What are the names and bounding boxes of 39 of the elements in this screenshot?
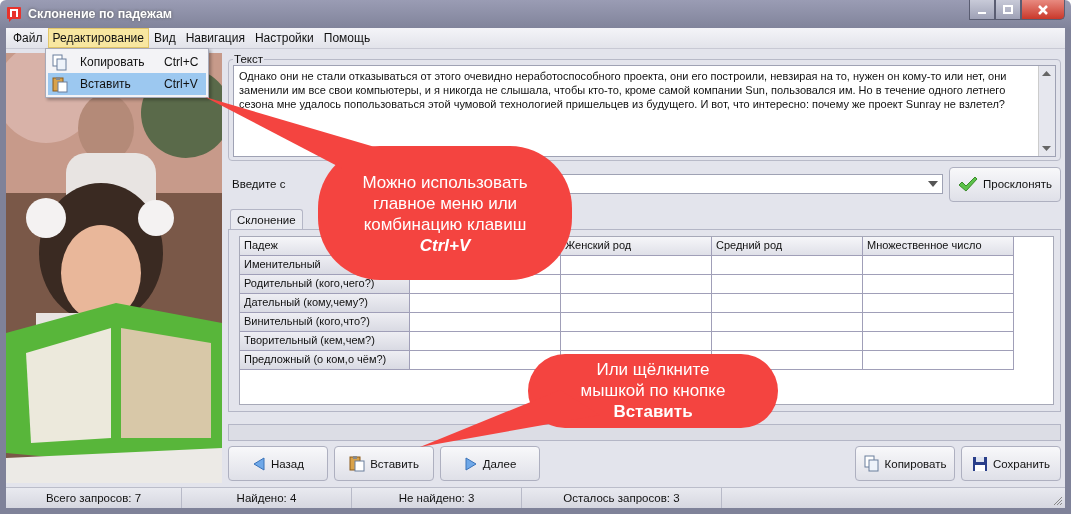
menu-item[interactable]: Файл: [8, 28, 48, 48]
nav-button[interactable]: Далее: [440, 446, 540, 481]
decline-button[interactable]: Просклонять: [949, 166, 1061, 202]
status-text: Всего запросов: 7: [6, 488, 182, 508]
input-label: Введите с: [232, 178, 287, 190]
row-header: Дательный (кому,чему?): [240, 294, 410, 313]
row-header: Предложный (о ком,о чём?): [240, 351, 410, 370]
status-text: Не найдено: 3: [352, 488, 522, 508]
group-title: Текст: [233, 53, 264, 65]
status-text: Осталось запросов: 3: [522, 488, 722, 508]
menu-option[interactable]: Копировать Ctrl+C: [48, 51, 206, 73]
column-header: Множественное число: [863, 237, 1014, 256]
column-header: Средний род: [712, 237, 863, 256]
menu-item[interactable]: Навигация: [180, 28, 250, 48]
nav-button[interactable]: Вставить: [334, 446, 434, 481]
row-header: Творительный (кем,чем?): [240, 332, 410, 351]
nav-button[interactable]: Назад: [228, 446, 328, 481]
callout-emphasis: Вставить: [613, 401, 693, 422]
action-button[interactable]: Копировать: [855, 446, 955, 481]
menu-item[interactable]: Вид: [148, 28, 181, 48]
callout-text: Или щёлкните мышкой по кнопке: [579, 359, 727, 401]
tab[interactable]: Склонение: [230, 209, 303, 229]
menu-item[interactable]: Редактирование: [47, 28, 149, 48]
row-header: Винительный (кого,что?): [240, 313, 410, 332]
action-button[interactable]: Сохранить: [961, 446, 1061, 481]
menu-item[interactable]: Настройки: [249, 28, 319, 48]
status-text: Найдено: 4: [182, 488, 352, 508]
callout-emphasis: Ctrl+V: [419, 235, 471, 256]
shortcut-label: Ctrl+C: [164, 55, 199, 69]
menu-option-label: Копировать: [80, 55, 146, 69]
menu-option-label: Вставить: [80, 77, 132, 91]
menu-item[interactable]: Помощь: [318, 28, 376, 48]
callout-text: Можно использовать главное меню или комбинацию клавиш: [361, 172, 529, 235]
row-header: Родительный (кого,чего?): [240, 275, 410, 294]
menu-option[interactable]: Вставить Ctrl+V: [48, 73, 206, 95]
text-content: Однако они не стали отказываться от этого очевидно неработоспособного проекта, они его построили, невзирая на то, нужен он кому-то или нет, они заменили им все свои компьютеры, и я никогда не слышала, чтобы кто-то, кроме самой компании Sun, пользовался им. Но в течение одного летнего сезона мне удалось попользоваться этой чумовой технологией пришельцев из будущего. И вот, что интересно: почему же проект Sunray не взлетел?: [238, 69, 1008, 112]
window-title: Склонение по падежам: [28, 7, 173, 21]
column-header: Женский род: [561, 237, 712, 256]
shortcut-label: Ctrl+V: [164, 77, 198, 91]
